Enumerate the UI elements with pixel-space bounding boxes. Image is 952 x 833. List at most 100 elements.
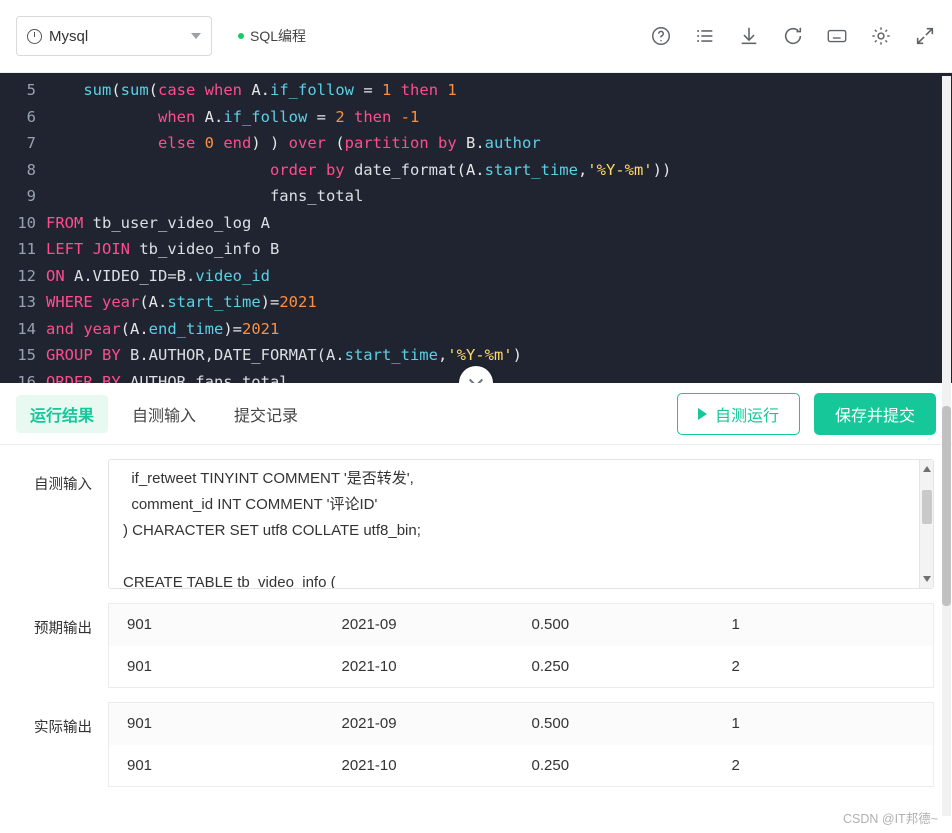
top-toolbar: Mysql SQL编程	[0, 0, 952, 73]
code-text: and year(A.end_time)=2021	[46, 319, 280, 338]
code-lines: 5 sum(sum(case when A.if_follow = 1 then…	[0, 77, 952, 383]
table-cell: 901	[127, 657, 153, 675]
self-input-label: 自测输入	[34, 477, 92, 493]
line-number: 14	[17, 319, 36, 338]
code-line: 7 else 0 end) ) over (partition by B.aut…	[0, 130, 952, 157]
tab-self-input-label: 自测输入	[132, 407, 197, 425]
line-number: 5	[26, 81, 36, 99]
expected-output-table: 901 2021-09 0.500 1 901 2021-10 0.250 2	[108, 603, 934, 688]
line-number: 12	[17, 266, 36, 285]
code-text: sum(sum(case when A.if_follow = 1 then 1	[83, 81, 457, 99]
fullscreen-icon[interactable]	[914, 25, 936, 47]
code-text: fans_total	[269, 187, 364, 205]
actual-output-table: 901 2021-09 0.500 1 901 2021-10 0.250 2	[108, 702, 934, 787]
database-select[interactable]: Mysql	[16, 16, 212, 56]
code-line: 12 ON A.VIDEO_ID=B.video_id	[0, 263, 952, 290]
tab-run-result[interactable]: 运行结果	[16, 394, 109, 433]
table-cell: 0.500	[531, 715, 570, 733]
code-line: 5 sum(sum(case when A.if_follow = 1 then…	[0, 77, 952, 104]
download-icon[interactable]	[738, 25, 760, 47]
table-cell: 901	[127, 616, 153, 634]
self-input-textarea[interactable]: if_retweet TINYINT COMMENT '是否转发', comme…	[108, 459, 934, 589]
table-cell: 2	[731, 756, 740, 774]
table-cell: 901	[127, 756, 153, 774]
help-circle-icon[interactable]	[650, 25, 672, 47]
refresh-icon[interactable]	[782, 25, 804, 47]
table-cell: 0.500	[531, 616, 570, 634]
run-button[interactable]: 自测运行	[676, 392, 800, 435]
table-cell: 2021-10	[341, 756, 397, 774]
tab-sql-editor[interactable]: SQL编程	[238, 26, 306, 46]
table-cell: 2021-09	[341, 616, 397, 634]
list-icon[interactable]	[694, 25, 716, 47]
self-input-section: 自测输入 if_retweet TINYINT COMMENT '是否转发', …	[0, 459, 952, 589]
line-number: 6	[26, 107, 36, 126]
code-line: 11 LEFT JOIN tb_video_info B	[0, 236, 952, 263]
chevron-down-icon	[468, 373, 484, 383]
table-cell: 0.250	[531, 657, 570, 675]
tab-run-result-label: 运行结果	[30, 407, 95, 425]
sql-code-editor[interactable]: 5 sum(sum(case when A.if_follow = 1 then…	[0, 73, 952, 383]
code-text: GROUP BY B.AUTHOR,DATE_FORMAT(A.start_ti…	[46, 346, 522, 364]
code-text: when A.if_follow = 2 then -1	[157, 107, 420, 126]
table-cell: 1	[731, 715, 740, 733]
status-dot-icon	[238, 33, 244, 39]
table-cell: 2021-09	[341, 715, 397, 733]
code-text: WHERE year(A.start_time)=2021	[46, 293, 317, 311]
actual-output-label: 实际输出	[34, 720, 92, 736]
self-input-text: if_retweet TINYINT COMMENT '是否转发', comme…	[123, 470, 421, 589]
expected-output-label: 预期输出	[34, 621, 92, 637]
code-text: order by date_format(A.start_time,'%Y-%m…	[269, 160, 672, 179]
line-number: 9	[26, 187, 36, 205]
tab-submit-history-label: 提交记录	[234, 407, 299, 425]
actual-output-section: 实际输出 901 2021-09 0.500 1 901 2021-10 0.250 2	[0, 702, 952, 787]
tab-submit-history[interactable]: 提交记录	[220, 395, 312, 433]
code-text: ORDER BY AUTHOR,fans_total	[46, 372, 289, 384]
play-icon	[697, 407, 707, 420]
table-cell: 901	[127, 715, 153, 733]
save-submit-button-label: 保存并提交	[834, 407, 915, 425]
results-tabs-row: 运行结果 自测输入 提交记录 自测运行 保存并提交	[0, 383, 952, 445]
page-scrollbar[interactable]	[942, 76, 951, 816]
table-row: 901 2021-09 0.500 1	[108, 702, 934, 745]
scrollbar-thumb[interactable]	[922, 490, 932, 524]
self-input-scrollbar[interactable]	[919, 460, 933, 588]
toolbar-icon-group	[650, 25, 936, 47]
table-row: 901 2021-10 0.250 2	[108, 744, 934, 787]
line-number: 10	[17, 213, 36, 232]
tab-self-input[interactable]: 自测输入	[118, 395, 210, 433]
line-number: 16	[17, 372, 36, 384]
app-root: Mysql SQL编程 5 sum(sum(case when A.if_fol…	[0, 0, 952, 833]
watermark: CSDN @IT邦德~	[843, 812, 938, 826]
code-text: FROM tb_user_video_log A	[46, 213, 270, 232]
line-number: 15	[17, 346, 36, 364]
tab-sql-editor-label: SQL编程	[250, 28, 307, 44]
table-cell: 1	[731, 616, 740, 634]
clock-icon	[27, 28, 42, 44]
gear-icon[interactable]	[870, 25, 892, 47]
scroll-down-icon[interactable]	[923, 576, 931, 582]
save-submit-button[interactable]: 保存并提交	[813, 392, 936, 435]
code-line: 15 GROUP BY B.AUTHOR,DATE_FORMAT(A.start_…	[0, 342, 952, 369]
table-row: 901 2021-09 0.500 1	[108, 603, 934, 646]
code-line: 10 FROM tb_user_video_log A	[0, 210, 952, 237]
table-cell: 2021-10	[341, 657, 397, 675]
run-button-label: 自测运行	[714, 407, 779, 425]
line-number: 8	[26, 160, 36, 179]
action-buttons: 自测运行 保存并提交	[676, 392, 936, 435]
database-select-value: Mysql	[49, 27, 89, 45]
keyboard-icon[interactable]	[826, 25, 848, 47]
code-line: 13 WHERE year(A.start_time)=2021	[0, 289, 952, 316]
line-number: 13	[17, 293, 36, 311]
line-number: 11	[17, 240, 36, 258]
table-row: 901 2021-10 0.250 2	[108, 645, 934, 688]
results-pane: 自测输入 if_retweet TINYINT COMMENT '是否转发', …	[0, 445, 952, 814]
page-scrollbar-thumb[interactable]	[942, 406, 951, 606]
code-line: 14 and year(A.end_time)=2021	[0, 316, 952, 343]
code-text: ON A.VIDEO_ID=B.video_id	[46, 266, 270, 285]
table-cell: 0.250	[531, 756, 570, 774]
line-number: 7	[26, 134, 36, 152]
code-line: 6 when A.if_follow = 2 then -1	[0, 104, 952, 131]
code-line: 9 fans_total	[0, 183, 952, 210]
scroll-up-icon[interactable]	[923, 466, 931, 472]
